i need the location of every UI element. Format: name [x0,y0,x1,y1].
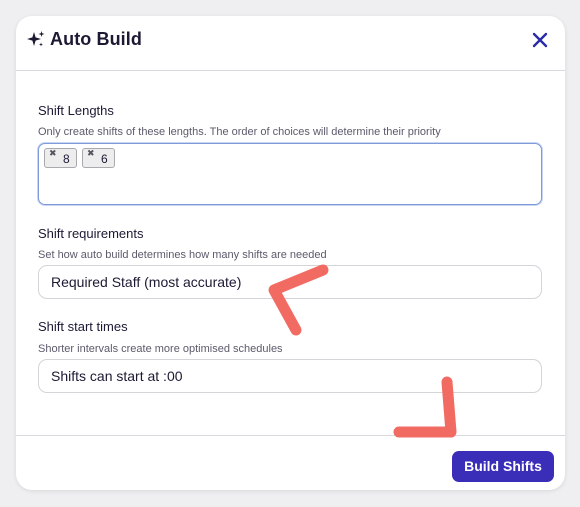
close-icon[interactable] [531,31,549,49]
shift-requirements-select[interactable]: Required Staff (most accurate) [38,265,542,299]
build-shifts-button[interactable]: Build Shifts [452,451,554,482]
shift-requirements-help: Set how auto build determines how many s… [38,249,327,261]
chip-shift-length: ✖ 6 [82,148,115,168]
chip-value: 8 [63,152,70,166]
chip-value: 6 [101,152,108,166]
footer-divider [16,435,565,436]
dialog-title: Auto Build [50,29,142,49]
shift-start-times-help: Shorter intervals create more optimised … [38,343,283,355]
shift-lengths-input[interactable]: ✖ 8 ✖ 6 [38,143,542,205]
chip-shift-length: ✖ 8 [44,148,77,168]
shift-start-times-value: Shifts can start at :00 [51,368,183,384]
close-icon[interactable]: ✖ [87,148,95,159]
dialog-header: Auto Build [16,16,565,71]
shift-lengths-help: Only create shifts of these lengths. The… [38,126,441,138]
shift-requirements-value: Required Staff (most accurate) [51,274,242,290]
shift-start-times-label: Shift start times [38,319,128,334]
auto-build-dialog: Auto Build Shift Lengths Only create shi… [16,16,565,490]
close-icon[interactable]: ✖ [49,148,57,159]
shift-start-times-select[interactable]: Shifts can start at :00 [38,359,542,393]
sparkle-icon [27,31,45,47]
shift-requirements-label: Shift requirements [38,226,144,241]
shift-lengths-label: Shift Lengths [38,103,114,118]
